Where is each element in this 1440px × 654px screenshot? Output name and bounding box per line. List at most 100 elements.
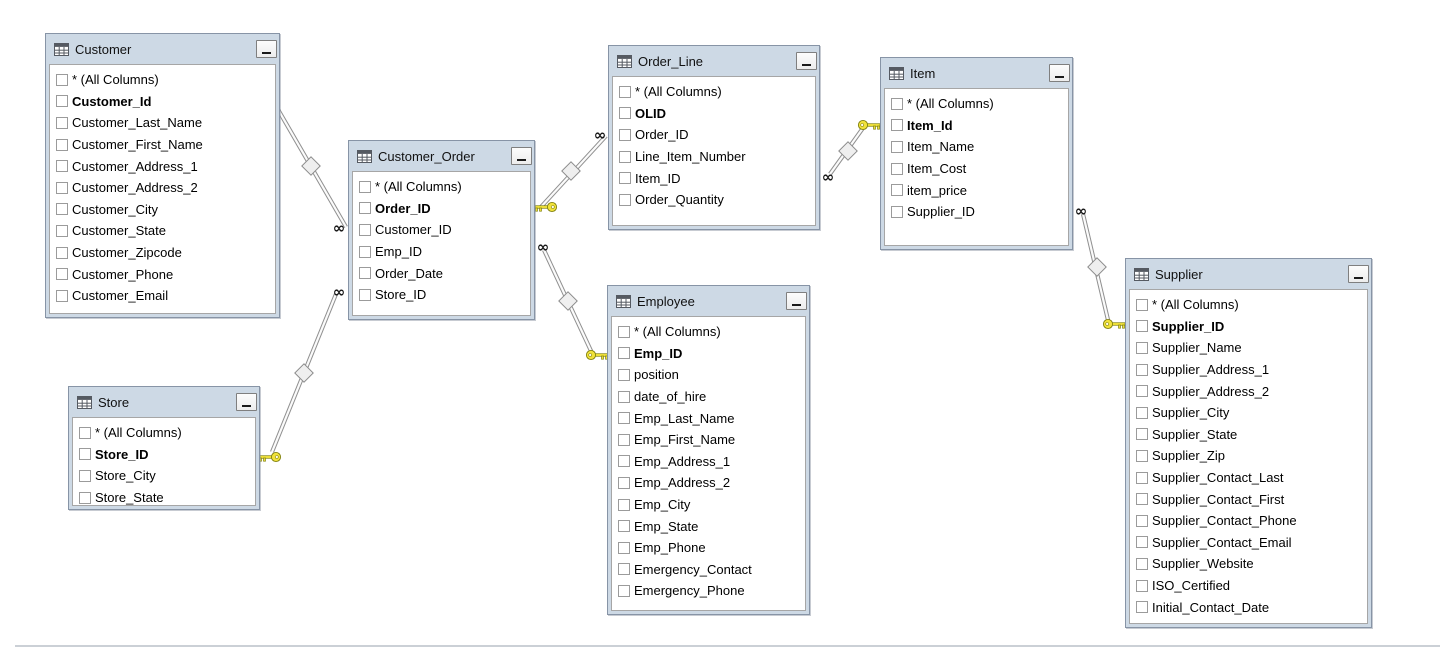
column-row[interactable]: Emp_Address_1 xyxy=(612,451,805,473)
column-checkbox[interactable] xyxy=(1136,558,1148,570)
table-header[interactable]: Customer_Order xyxy=(349,141,534,171)
column-checkbox[interactable] xyxy=(56,117,68,129)
column-checkbox[interactable] xyxy=(1136,472,1148,484)
column-checkbox[interactable] xyxy=(79,492,91,504)
column-checkbox[interactable] xyxy=(1136,601,1148,613)
minimize-button[interactable] xyxy=(786,292,807,310)
column-checkbox[interactable] xyxy=(359,246,371,258)
minimize-button[interactable] xyxy=(796,52,817,70)
column-row[interactable]: Supplier_Address_2 xyxy=(1130,380,1367,402)
column-row[interactable]: Supplier_State xyxy=(1130,424,1367,446)
column-checkbox[interactable] xyxy=(891,163,903,175)
column-row[interactable]: Supplier_Contact_First xyxy=(1130,488,1367,510)
column-checkbox[interactable] xyxy=(618,563,630,575)
column-row[interactable]: Emp_Address_2 xyxy=(612,472,805,494)
column-row[interactable]: Order_Date xyxy=(353,262,530,284)
column-checkbox[interactable] xyxy=(619,129,631,141)
column-checkbox[interactable] xyxy=(1136,385,1148,397)
column-row[interactable]: Item_Id xyxy=(885,115,1068,137)
column-row[interactable]: Item_Cost xyxy=(885,158,1068,180)
column-checkbox[interactable] xyxy=(618,542,630,554)
relationship-item-order_line[interactable]: ∞ xyxy=(822,120,880,186)
column-row[interactable]: * (All Columns) xyxy=(612,321,805,343)
column-checkbox[interactable] xyxy=(618,455,630,467)
column-checkbox[interactable] xyxy=(619,194,631,206)
column-row[interactable]: Emergency_Phone xyxy=(612,580,805,602)
column-checkbox[interactable] xyxy=(56,268,68,280)
column-row[interactable]: * (All Columns) xyxy=(73,422,255,444)
column-checkbox[interactable] xyxy=(359,181,371,193)
column-checkbox[interactable] xyxy=(618,326,630,338)
column-checkbox[interactable] xyxy=(1136,515,1148,527)
column-row[interactable]: Customer_Last_Name xyxy=(50,112,275,134)
column-row[interactable]: Customer_Phone xyxy=(50,263,275,285)
column-row[interactable]: Supplier_Zip xyxy=(1130,445,1367,467)
column-row[interactable]: Customer_City xyxy=(50,199,275,221)
column-checkbox[interactable] xyxy=(56,160,68,172)
column-row[interactable]: Emergency_Contact xyxy=(612,559,805,581)
column-row[interactable]: Customer_Address_2 xyxy=(50,177,275,199)
column-row[interactable]: Store_ID xyxy=(353,284,530,306)
column-checkbox[interactable] xyxy=(56,139,68,151)
column-checkbox[interactable] xyxy=(1136,450,1148,462)
column-row[interactable]: date_of_hire xyxy=(612,386,805,408)
column-row[interactable]: Item_ID xyxy=(613,167,815,189)
column-row[interactable]: Supplier_City xyxy=(1130,402,1367,424)
column-row[interactable]: item_price xyxy=(885,179,1068,201)
table-header[interactable]: Employee xyxy=(608,286,809,316)
column-row[interactable]: Emp_State xyxy=(612,515,805,537)
column-checkbox[interactable] xyxy=(1136,536,1148,548)
column-row[interactable]: Initial_Contact_Date xyxy=(1130,596,1367,618)
column-row[interactable]: Store_State xyxy=(73,487,255,506)
column-row[interactable]: * (All Columns) xyxy=(885,93,1068,115)
column-row[interactable]: Item_Name xyxy=(885,136,1068,158)
column-checkbox[interactable] xyxy=(619,107,631,119)
column-checkbox[interactable] xyxy=(891,184,903,196)
column-checkbox[interactable] xyxy=(618,391,630,403)
column-row[interactable]: Customer_ID xyxy=(353,219,530,241)
column-row[interactable]: position xyxy=(612,364,805,386)
column-checkbox[interactable] xyxy=(56,203,68,215)
column-checkbox[interactable] xyxy=(1136,299,1148,311)
column-checkbox[interactable] xyxy=(1136,364,1148,376)
table-header[interactable]: Store xyxy=(69,387,259,417)
column-row[interactable]: * (All Columns) xyxy=(613,81,815,103)
column-row[interactable]: Store_ID xyxy=(73,444,255,466)
column-row[interactable]: * (All Columns) xyxy=(50,69,275,91)
column-checkbox[interactable] xyxy=(56,95,68,107)
column-row[interactable]: Supplier_Address_1 xyxy=(1130,359,1367,381)
column-checkbox[interactable] xyxy=(359,267,371,279)
column-row[interactable]: Order_ID xyxy=(353,198,530,220)
column-checkbox[interactable] xyxy=(618,412,630,424)
column-checkbox[interactable] xyxy=(56,290,68,302)
column-checkbox[interactable] xyxy=(1136,407,1148,419)
column-row[interactable]: Line_Item_Number xyxy=(613,146,815,168)
table-header[interactable]: Customer xyxy=(46,34,279,64)
column-row[interactable]: Supplier_ID xyxy=(1130,316,1367,338)
column-checkbox[interactable] xyxy=(618,499,630,511)
minimize-button[interactable] xyxy=(256,40,277,58)
column-row[interactable]: Emp_ID xyxy=(353,241,530,263)
column-checkbox[interactable] xyxy=(619,86,631,98)
column-checkbox[interactable] xyxy=(56,225,68,237)
column-checkbox[interactable] xyxy=(56,74,68,86)
relationship-supplier-item[interactable]: ∞ xyxy=(1075,202,1125,329)
column-checkbox[interactable] xyxy=(891,98,903,110)
column-row[interactable]: Emp_ID xyxy=(612,343,805,365)
relationship-employee-customer_order[interactable]: ∞ xyxy=(537,238,608,360)
column-row[interactable]: Emp_Last_Name xyxy=(612,407,805,429)
minimize-button[interactable] xyxy=(236,393,257,411)
table-header[interactable]: Supplier xyxy=(1126,259,1371,289)
column-checkbox[interactable] xyxy=(359,202,371,214)
column-checkbox[interactable] xyxy=(618,347,630,359)
column-checkbox[interactable] xyxy=(619,151,631,163)
column-checkbox[interactable] xyxy=(359,289,371,301)
column-row[interactable]: Customer_Email xyxy=(50,285,275,307)
column-row[interactable]: Store_City xyxy=(73,465,255,487)
column-checkbox[interactable] xyxy=(1136,342,1148,354)
column-checkbox[interactable] xyxy=(56,247,68,259)
column-row[interactable]: Order_ID xyxy=(613,124,815,146)
column-checkbox[interactable] xyxy=(1136,320,1148,332)
column-row[interactable]: Emp_Phone xyxy=(612,537,805,559)
column-checkbox[interactable] xyxy=(618,369,630,381)
